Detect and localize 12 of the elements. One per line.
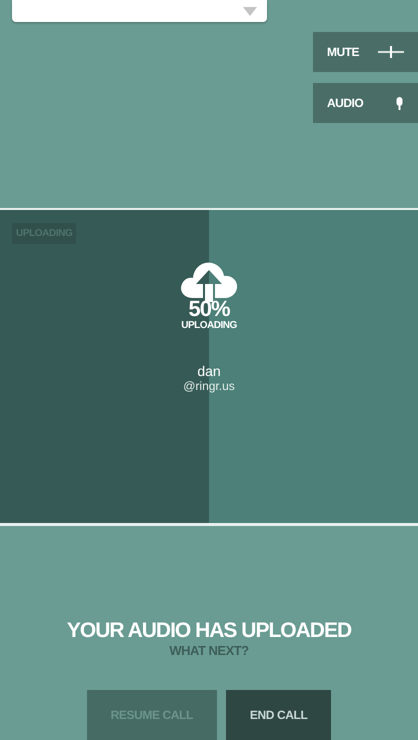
- user-name: dan: [197, 363, 221, 379]
- result-subtitle: WHAT NEXT?: [169, 643, 249, 658]
- upload-percent: 50%: [188, 298, 230, 320]
- microphone-icon: [395, 96, 404, 110]
- audio-button[interactable]: AUDIO: [313, 83, 418, 123]
- action-button[interactable]: END CALL: [226, 690, 332, 740]
- upload-status: UPLOADING: [181, 320, 237, 331]
- result-title: YOUR AUDIO HAS UPLOADED: [66, 619, 352, 643]
- waveform-icon: [378, 46, 404, 58]
- dropdown-field[interactable]: [12, 0, 267, 22]
- user-handle: @ringr.us: [183, 379, 235, 393]
- mute-button[interactable]: MUTE: [313, 32, 418, 72]
